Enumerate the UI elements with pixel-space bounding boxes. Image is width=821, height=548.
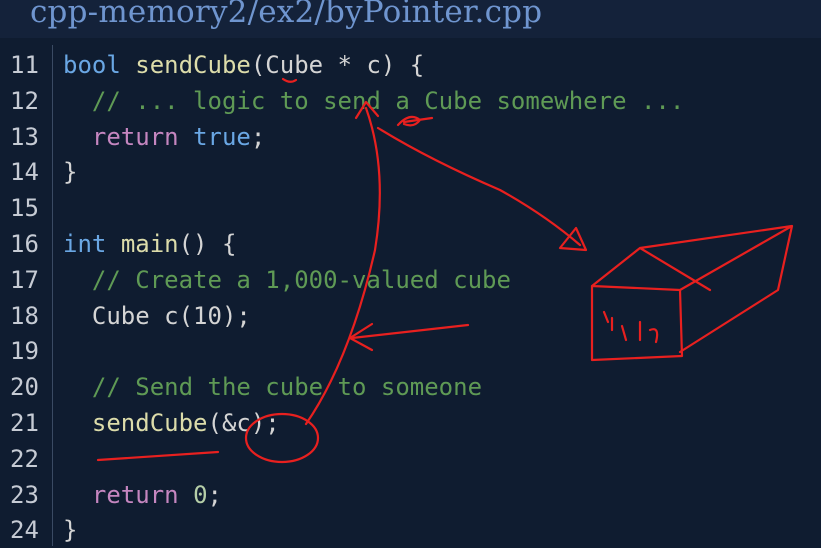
file-path-title: cpp-memory2/ex2/byPointer.cpp xyxy=(30,0,543,30)
line-number: 16 xyxy=(10,230,39,258)
line-number: 23 xyxy=(10,480,39,509)
code-token: main xyxy=(120,230,179,258)
code-line: 23 return 0; xyxy=(0,477,821,513)
code-text: return true; xyxy=(63,119,265,155)
code-token: // Send the cube to someone xyxy=(63,373,483,402)
code-text: } xyxy=(63,154,77,190)
code-text: sendCube(&c); xyxy=(63,405,280,441)
code-token: } xyxy=(63,158,78,187)
code-text: Cube c(10); xyxy=(63,298,251,334)
line-number: 21 xyxy=(10,409,39,437)
code-token: sendCube xyxy=(135,51,251,79)
code-token: ; xyxy=(207,480,222,509)
code-text: } xyxy=(63,512,77,548)
code-token: (&c); xyxy=(207,409,280,437)
code-token: int xyxy=(63,230,107,258)
code-line: 14} xyxy=(0,154,821,190)
code-text: bool sendCube(Cube * c) { xyxy=(63,47,424,83)
code-line: 13 return true; xyxy=(0,119,821,155)
line-number: 20 xyxy=(10,373,39,402)
code-token: return xyxy=(91,480,179,509)
line-number: 17 xyxy=(10,265,39,294)
code-token: () { xyxy=(178,230,237,258)
code-text: // ... logic to send a Cube somewhere ..… xyxy=(63,83,684,119)
code-line: 15 xyxy=(0,190,821,226)
code-token: } xyxy=(63,516,78,545)
line-number: 15 xyxy=(10,194,39,223)
code-token: true xyxy=(193,122,251,151)
line-number: 22 xyxy=(10,444,39,473)
code-token: // Create a 1,000-valued cube xyxy=(63,265,511,294)
code-text: // Create a 1,000-valued cube xyxy=(63,262,511,298)
title-bar: cpp-memory2/ex2/byPointer.cpp xyxy=(0,0,821,38)
line-number: 13 xyxy=(10,122,39,151)
line-number: 18 xyxy=(10,301,39,330)
code-token: // ... logic to send a Cube somewhere ..… xyxy=(63,86,685,115)
code-line: 16 int main() { xyxy=(0,226,821,262)
code-line: 21 sendCube(&c); xyxy=(0,405,821,441)
code-text: return 0; xyxy=(63,477,222,513)
line-number: 19 xyxy=(10,337,39,366)
code-line: 20 // Send the cube to someone xyxy=(0,369,821,405)
code-token: (Cube * c) { xyxy=(250,51,425,79)
code-line: 17 // Create a 1,000-valued cube xyxy=(0,262,821,298)
code-token: sendCube xyxy=(91,409,208,437)
code-text: int main() { xyxy=(63,226,236,262)
code-token: Cube c(10); xyxy=(63,301,251,330)
code-line: 22 xyxy=(0,441,821,477)
line-number: 24 xyxy=(10,516,39,545)
line-number: 12 xyxy=(10,86,39,115)
line-number: 14 xyxy=(10,158,39,187)
code-text: // Send the cube to someone xyxy=(63,369,482,405)
code-token: bool xyxy=(63,51,121,79)
code-line: 11 bool sendCube(Cube * c) { xyxy=(0,47,821,83)
line-number: 11 xyxy=(10,51,39,79)
code-line: 18 Cube c(10); xyxy=(0,298,821,334)
code-token: 0 xyxy=(193,480,208,509)
code-line: 12 // ... logic to send a Cube somewhere… xyxy=(0,83,821,119)
code-line: 19 xyxy=(0,333,821,369)
code-line: 24} xyxy=(0,512,821,548)
code-token: return xyxy=(91,122,179,151)
code-token: ; xyxy=(250,122,266,151)
